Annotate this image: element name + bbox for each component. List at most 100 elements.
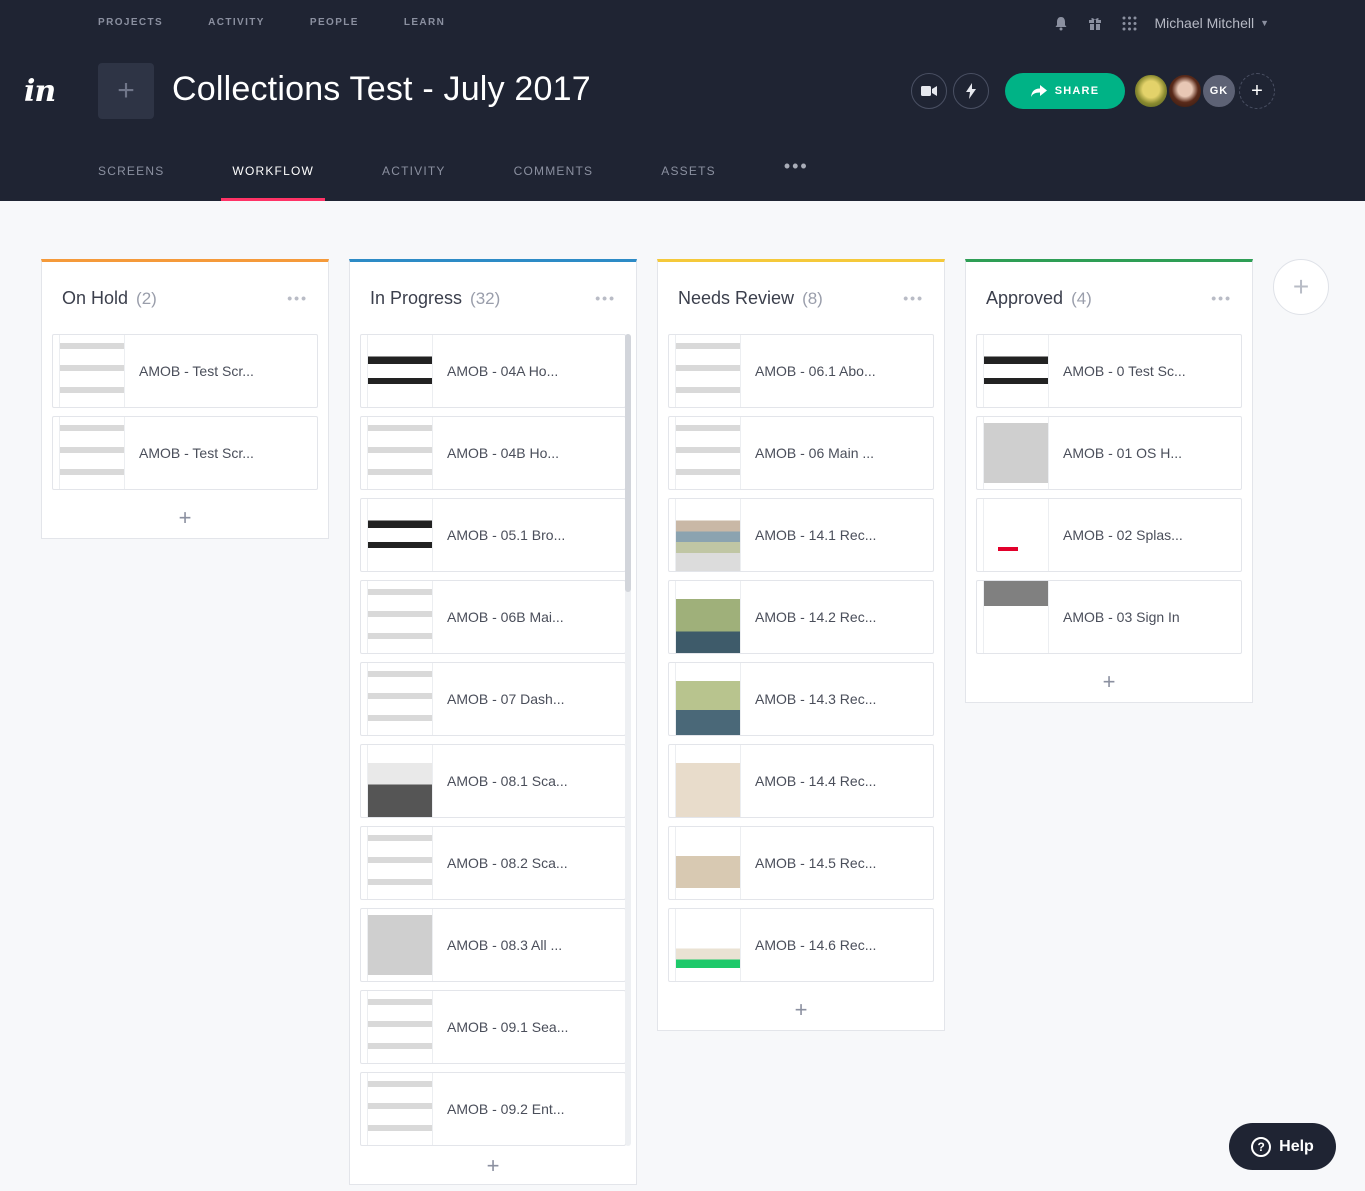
card-label: AMOB - 06.1 Abo... — [755, 363, 876, 379]
user-menu[interactable]: Michael Mitchell ▼ — [1154, 15, 1269, 31]
screen-card[interactable]: AMOB - 08.3 All ... — [360, 908, 626, 982]
lightning-icon — [966, 83, 976, 99]
screen-card[interactable]: AMOB - 14.2 Rec... — [668, 580, 934, 654]
card-label: AMOB - 08.2 Sca... — [447, 855, 568, 871]
column-title: Approved — [986, 287, 1064, 308]
add-card-button[interactable]: + — [658, 990, 944, 1030]
video-icon — [921, 86, 937, 96]
column-header: On Hold (2) ••• — [42, 262, 328, 334]
column-header: Needs Review (8) ••• — [658, 262, 944, 334]
card-label: AMOB - 09.1 Sea... — [447, 1019, 569, 1035]
screen-thumbnail — [367, 335, 433, 407]
nav-learn[interactable]: LEARN — [404, 17, 445, 28]
card-label: AMOB - 04A Ho... — [447, 363, 559, 379]
screen-thumbnail — [367, 745, 433, 817]
screen-card[interactable]: AMOB - Test Scr... — [52, 334, 318, 408]
add-column-button[interactable]: + — [1273, 259, 1329, 315]
column-title: In Progress — [370, 287, 463, 308]
card-list: AMOB - 04A Ho... AMOB - 04B Ho... AMOB -… — [350, 334, 636, 1146]
card-label: AMOB - 08.3 All ... — [447, 937, 563, 953]
screen-card[interactable]: AMOB - 01 OS H... — [976, 416, 1242, 490]
screen-card[interactable]: AMOB - 06B Mai... — [360, 580, 626, 654]
card-label: AMOB - 04B Ho... — [447, 445, 560, 461]
screen-card[interactable]: AMOB - 08.1 Sca... — [360, 744, 626, 818]
user-name: Michael Mitchell — [1154, 15, 1255, 31]
column-title: Needs Review — [678, 287, 795, 308]
more-dots-icon[interactable]: ••• — [903, 290, 924, 306]
video-button[interactable] — [911, 73, 947, 109]
screen-card[interactable]: AMOB - 06 Main ... — [668, 416, 934, 490]
help-label: Help — [1279, 1137, 1314, 1155]
screen-thumbnail — [675, 581, 741, 653]
tab-comments[interactable]: COMMENTS — [514, 164, 594, 201]
avatar[interactable]: GK — [1201, 73, 1237, 109]
screen-thumbnail — [983, 417, 1049, 489]
screen-card[interactable]: AMOB - 08.2 Sca... — [360, 826, 626, 900]
invision-logo[interactable]: in — [24, 74, 56, 109]
screen-card[interactable]: AMOB - 07 Dash... — [360, 662, 626, 736]
nav-activity[interactable]: ACTIVITY — [208, 17, 265, 28]
more-dots-icon[interactable]: ••• — [287, 290, 308, 306]
card-label: AMOB - 02 Splas... — [1063, 527, 1183, 543]
help-icon: ? — [1251, 1136, 1272, 1157]
project-thumbnail-add[interactable]: + — [98, 63, 154, 119]
screen-thumbnail — [675, 663, 741, 735]
share-button[interactable]: SHARE — [1005, 73, 1125, 109]
card-label: AMOB - Test Scr... — [139, 363, 254, 379]
nav-projects[interactable]: PROJECTS — [98, 17, 163, 28]
add-card-button[interactable]: + — [42, 498, 328, 538]
screen-thumbnail — [367, 499, 433, 571]
screen-card[interactable]: AMOB - 14.3 Rec... — [668, 662, 934, 736]
tab-workflow[interactable]: WORKFLOW — [221, 164, 325, 201]
nav-people[interactable]: PEOPLE — [310, 17, 359, 28]
screen-card[interactable]: AMOB - 14.5 Rec... — [668, 826, 934, 900]
screen-card[interactable]: AMOB - 0 Test Sc... — [976, 334, 1242, 408]
card-list: AMOB - 0 Test Sc... AMOB - 01 OS H... AM… — [966, 334, 1252, 654]
card-label: AMOB - 08.1 Sca... — [447, 773, 568, 789]
screen-card[interactable]: AMOB - 09.1 Sea... — [360, 990, 626, 1064]
screen-thumbnail — [675, 745, 741, 817]
tab-activity[interactable]: ACTIVITY — [382, 164, 446, 201]
column-header: In Progress (32) ••• — [350, 262, 636, 334]
screen-card[interactable]: AMOB - Test Scr... — [52, 416, 318, 490]
avatar[interactable] — [1133, 73, 1169, 109]
scrollbar[interactable] — [625, 334, 631, 1146]
screen-card[interactable]: AMOB - 04B Ho... — [360, 416, 626, 490]
screen-card[interactable]: AMOB - 09.2 Ent... — [360, 1072, 626, 1146]
column-title: On Hold — [62, 287, 129, 308]
card-list: AMOB - Test Scr... AMOB - Test Scr... — [42, 334, 328, 490]
screen-thumbnail — [367, 663, 433, 735]
gift-icon[interactable] — [1086, 14, 1104, 32]
add-card-button[interactable]: + — [350, 1146, 636, 1186]
apps-grid-icon[interactable] — [1120, 14, 1138, 32]
screen-thumbnail — [367, 827, 433, 899]
card-label: AMOB - 06 Main ... — [755, 445, 875, 461]
tab-assets[interactable]: ASSETS — [661, 164, 716, 201]
screen-card[interactable]: AMOB - 06.1 Abo... — [668, 334, 934, 408]
column-on-hold: On Hold (2) ••• AMOB - Test Scr... AMOB -… — [41, 259, 329, 539]
screen-card[interactable]: AMOB - 14.1 Rec... — [668, 498, 934, 572]
column-in-progress: In Progress (32) ••• AMOB - 04A Ho... AMO… — [349, 259, 637, 1185]
help-button[interactable]: ? Help — [1229, 1123, 1336, 1170]
avatar[interactable] — [1167, 73, 1203, 109]
screen-card[interactable]: AMOB - 03 Sign In — [976, 580, 1242, 654]
lightning-button[interactable] — [953, 73, 989, 109]
tab-screens[interactable]: SCREENS — [98, 164, 164, 201]
screen-card[interactable]: AMOB - 04A Ho... — [360, 334, 626, 408]
screen-card[interactable]: AMOB - 02 Splas... — [976, 498, 1242, 572]
more-dots-icon[interactable]: ••• — [784, 156, 809, 193]
screen-card[interactable]: AMOB - 14.4 Rec... — [668, 744, 934, 818]
screen-card[interactable]: AMOB - 14.6 Rec... — [668, 908, 934, 982]
more-dots-icon[interactable]: ••• — [595, 290, 616, 306]
column-count: (8) — [802, 288, 823, 308]
scrollbar-thumb[interactable] — [625, 334, 631, 592]
more-dots-icon[interactable]: ••• — [1211, 290, 1232, 306]
screen-thumbnail — [983, 335, 1049, 407]
screen-thumbnail — [675, 499, 741, 571]
plus-icon: + — [178, 505, 192, 530]
column-count: (4) — [1071, 288, 1092, 308]
add-collaborator-button[interactable]: + — [1239, 73, 1275, 109]
bell-icon[interactable] — [1052, 14, 1070, 32]
add-card-button[interactable]: + — [966, 662, 1252, 702]
screen-card[interactable]: AMOB - 05.1 Bro... — [360, 498, 626, 572]
